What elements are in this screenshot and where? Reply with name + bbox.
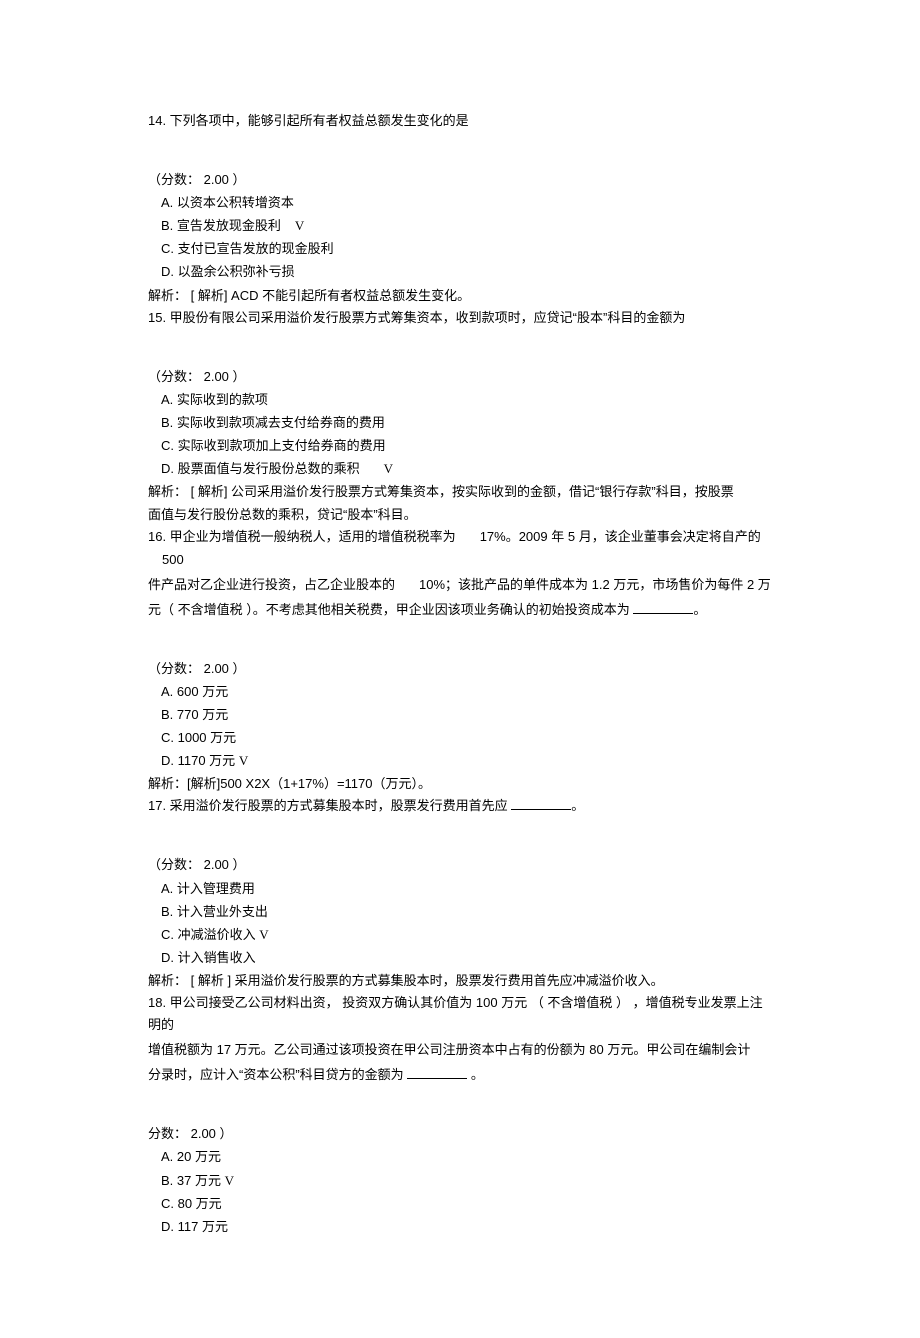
check-icon: V [225, 1173, 234, 1188]
q16-option-b: B. 770 万元 [148, 704, 772, 726]
blank-line [511, 797, 571, 810]
q16-l1b: 17%。2009 年 5 月，该企业董事会决定将自产的 [480, 529, 761, 544]
q16-l3a: 元（ 不含增值税 ）。不考虑其他相关税费，甲企业因该项业务确认的初始投资成本为 [148, 602, 633, 617]
q18-l3a: 分录时，应计入“资本公积”科目贷方的金额为 [148, 1067, 407, 1082]
question-16: 16. 甲企业为增值税一般纳税人，适用的增值税税率为 17%。2009 年 5 月… [148, 526, 772, 795]
q16-line2: 件产品对乙企业进行投资，占乙企业股本的 10%；该批产品的单件成本为 1.2 万元… [148, 574, 772, 596]
q18-line3: 分录时，应计入“资本公积”科目贷方的金额为 。 [148, 1064, 772, 1086]
spacer [148, 820, 772, 850]
q15-option-a: A. 实际收到的款项 [148, 389, 772, 411]
q16-l2a: 件产品对乙企业进行投资，占乙企业股本的 [148, 577, 395, 592]
q16-l3b: 。 [693, 602, 706, 617]
spacer [148, 332, 772, 362]
q17-option-a: A. 计入管理费用 [148, 878, 772, 900]
q18-l3b: 。 [467, 1067, 484, 1082]
q16-l1a: 16. 甲企业为增值税一般纳税人，适用的增值税税率为 [148, 529, 456, 544]
q18-option-c: C. 80 万元 [148, 1193, 772, 1215]
q14-b-text: B. 宣告发放现金股利 [161, 218, 281, 233]
q17-analysis: 解析： [ 解析 ] 采用溢价发行股票的方式募集股本时，股票发行费用首先应冲减溢… [148, 970, 772, 992]
check-icon: V [239, 753, 248, 768]
q17-stem: 17. 采用溢价发行股票的方式募集股本时，股票发行费用首先应 。 [148, 795, 772, 817]
check-icon: V [259, 927, 268, 942]
q14-option-b: B. 宣告发放现金股利 V [148, 215, 772, 237]
q14-option-d: D. 以盈余公积弥补亏损 [148, 261, 772, 283]
q18-score: 分数： 2.00 ） [148, 1123, 772, 1145]
q16-option-a: A. 600 万元 [148, 681, 772, 703]
q15-stem: 15. 甲股份有限公司采用溢价发行股票方式筹集资本，收到款项时，应贷记“股本”科… [148, 307, 772, 329]
check-icon: V [295, 218, 304, 233]
q15-score: （分数： 2.00 ） [148, 366, 772, 388]
q16-l2b: 10%；该批产品的单件成本为 1.2 万元，市场售价为每件 2 万 [419, 577, 771, 592]
q17-c-text: C. 冲减溢价收入 [161, 927, 256, 942]
q14-analysis: 解析： [ 解析] ACD 不能引起所有者权益总额发生变化。 [148, 285, 772, 307]
question-15: 15. 甲股份有限公司采用溢价发行股票方式筹集资本，收到款项时，应贷记“股本”科… [148, 307, 772, 527]
q16-analysis: 解析：[解析]500 X2X（1+17%）=1170（万元）。 [148, 773, 772, 795]
q14-stem: 14. 下列各项中，能够引起所有者权益总额发生变化的是 [148, 110, 772, 132]
q18-option-b: B. 37 万元 V [148, 1170, 772, 1192]
q15-option-c: C. 实际收到款项加上支付给券商的费用 [148, 435, 772, 457]
check-icon: V [384, 461, 393, 476]
q18-b-text: B. 37 万元 [161, 1173, 221, 1188]
q14-option-a: A. 以资本公积转增资本 [148, 192, 772, 214]
q14-option-c: C. 支付已宣告发放的现金股利 [148, 238, 772, 260]
q17-option-c: C. 冲减溢价收入 V [148, 924, 772, 946]
q17-score: （分数： 2.00 ） [148, 854, 772, 876]
question-17: 17. 采用溢价发行股票的方式募集股本时，股票发行费用首先应 。 （分数： 2.… [148, 795, 772, 992]
q16-option-c: C. 1000 万元 [148, 727, 772, 749]
q18-line2: 增值税额为 17 万元。乙公司通过该项投资在甲公司注册资本中占有的份额为 80 … [148, 1039, 772, 1061]
q15-analysis-2: 面值与发行股份总数的乘积，贷记“股本”科目。 [148, 504, 772, 526]
q15-option-d: D. 股票面值与发行股份总数的乘积 V [148, 458, 772, 480]
spacer [148, 1089, 772, 1119]
q16-line1: 16. 甲企业为增值税一般纳税人，适用的增值税税率为 17%。2009 年 5 月… [148, 526, 772, 570]
spacer [148, 624, 772, 654]
q16-d-text: D. 1170 万元 [161, 753, 235, 768]
blank-line [407, 1066, 467, 1079]
question-14: 14. 下列各项中，能够引起所有者权益总额发生变化的是 （分数： 2.00 ） … [148, 110, 772, 307]
spacer [148, 135, 772, 165]
q17-option-d: D. 计入销售收入 [148, 947, 772, 969]
q16-l1c: 500 [162, 552, 184, 567]
q14-score: （分数： 2.00 ） [148, 169, 772, 191]
q18-option-d: D. 117 万元 [148, 1216, 772, 1238]
q15-d-text: D. 股票面值与发行股份总数的乘积 [161, 461, 360, 476]
q18-option-a: A. 20 万元 [148, 1146, 772, 1168]
q18-line1: 18. 甲公司接受乙公司材料出资， 投资双方确认其价值为 100 万元 （ 不含… [148, 992, 772, 1036]
blank-line [633, 601, 693, 614]
q16-option-d: D. 1170 万元 V [148, 750, 772, 772]
question-18: 18. 甲公司接受乙公司材料出资， 投资双方确认其价值为 100 万元 （ 不含… [148, 992, 772, 1238]
q17-option-b: B. 计入营业外支出 [148, 901, 772, 923]
q15-analysis-1: 解析： [ 解析] 公司采用溢价发行股票方式筹集资本，按实际收到的金额，借记“银… [148, 481, 772, 503]
q16-line3: 元（ 不含增值税 ）。不考虑其他相关税费，甲企业因该项业务确认的初始投资成本为 … [148, 599, 772, 621]
q17-sa: 17. 采用溢价发行股票的方式募集股本时，股票发行费用首先应 [148, 798, 511, 813]
q17-sb: 。 [571, 798, 584, 813]
q16-score: （分数： 2.00 ） [148, 658, 772, 680]
q15-option-b: B. 实际收到款项减去支付给券商的费用 [148, 412, 772, 434]
